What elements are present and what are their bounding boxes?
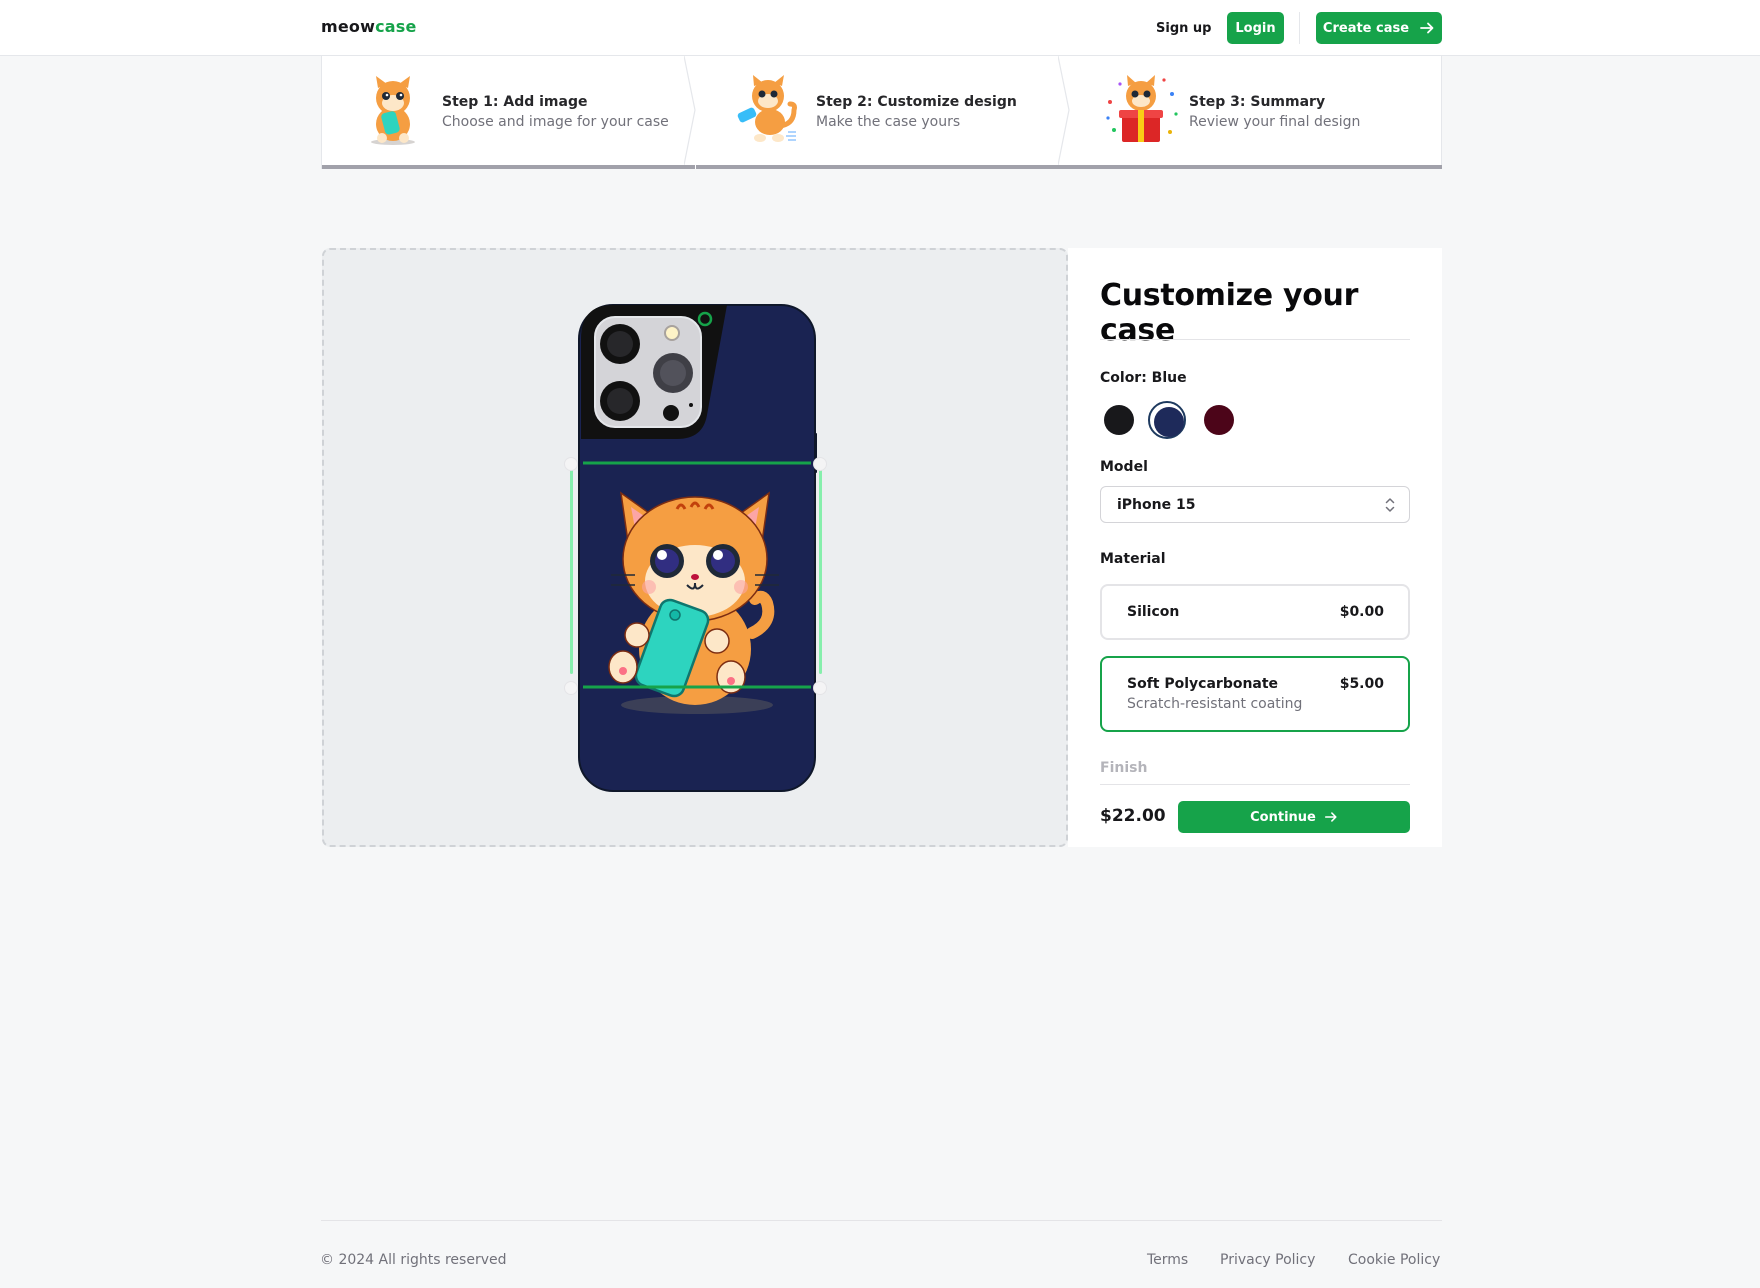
color-label: Color: Blue xyxy=(1100,370,1187,386)
material-option-soft-polycarbonate[interactable]: Soft Polycarbonate $5.00 Scratch-resista… xyxy=(1100,656,1410,732)
footer-link-privacy[interactable]: Privacy Policy xyxy=(1220,1252,1315,1268)
step-add-image: Step 1: Add image Choose and image for y… xyxy=(322,56,696,169)
color-dot xyxy=(1154,407,1184,437)
step-separator xyxy=(684,56,696,165)
resize-corner-bottom-left[interactable] xyxy=(564,681,578,695)
create-case-button[interactable]: Create case xyxy=(1316,12,1442,44)
logo[interactable]: meowcase xyxy=(321,17,417,36)
continue-button[interactable]: Continue xyxy=(1178,801,1410,833)
finish-label: Finish xyxy=(1100,760,1148,776)
material-description: Scratch-resistant coating xyxy=(1127,696,1303,712)
step-title: Step 2: Customize design xyxy=(816,94,1017,110)
material-label: Material xyxy=(1100,551,1166,567)
sign-up-link[interactable]: Sign up xyxy=(1150,12,1217,44)
color-swatch-black[interactable] xyxy=(1100,401,1138,439)
material-price: $0.00 xyxy=(1339,604,1384,620)
panel-heading: Customize your case xyxy=(1100,278,1359,348)
cat-running-with-phone-icon xyxy=(737,75,797,142)
create-case-label: Create case xyxy=(1322,20,1410,36)
step-progress-bar xyxy=(1069,165,1442,169)
resize-corner-bottom-right[interactable] xyxy=(813,681,827,695)
model-select[interactable]: iPhone 15 xyxy=(1100,486,1410,523)
material-price: $5.00 xyxy=(1339,676,1384,692)
step-title: Step 1: Add image xyxy=(442,94,588,110)
step-progress-bar xyxy=(696,165,1069,169)
step-subtitle: Review your final design xyxy=(1189,114,1361,130)
material-name: Silicon xyxy=(1127,604,1180,620)
color-dot xyxy=(1204,405,1234,435)
resize-corner-top-right[interactable] xyxy=(813,457,827,471)
divider xyxy=(1100,784,1410,785)
login-button[interactable]: Login xyxy=(1227,12,1284,44)
progress-steps: Step 1: Add image Choose and image for y… xyxy=(321,56,1442,169)
color-swatch-rose[interactable] xyxy=(1200,401,1238,439)
step-customize-design: Step 2: Customize design Make the case y… xyxy=(696,56,1070,169)
step-progress-bar xyxy=(322,165,695,169)
cat-gift-box-icon xyxy=(1106,75,1178,142)
design-editor-canvas[interactable] xyxy=(322,248,1068,847)
arrow-right-icon xyxy=(1420,22,1434,34)
chevrons-up-down-icon xyxy=(1385,498,1395,512)
logo-text-meow: meow xyxy=(321,17,376,36)
resize-handle-left[interactable] xyxy=(570,466,573,674)
arrow-right-icon xyxy=(1324,812,1337,822)
material-option-silicon[interactable]: Silicon $0.00 xyxy=(1100,584,1410,640)
nav-divider xyxy=(1299,12,1300,44)
cat-holding-phone-icon xyxy=(371,76,415,145)
color-dot xyxy=(1104,405,1134,435)
step-title: Step 3: Summary xyxy=(1189,94,1326,110)
step-subtitle: Make the case yours xyxy=(816,114,961,130)
divider xyxy=(1100,339,1410,340)
top-navbar: meowcase Sign up Login Create case xyxy=(0,0,1760,56)
continue-label: Continue xyxy=(1250,809,1316,825)
model-label: Model xyxy=(1100,459,1148,475)
material-name: Soft Polycarbonate xyxy=(1127,676,1279,692)
resize-handle-right[interactable] xyxy=(819,466,822,674)
total-price: $22.00 xyxy=(1100,806,1166,826)
model-value: iPhone 15 xyxy=(1117,497,1196,513)
color-swatch-blue[interactable] xyxy=(1148,401,1186,439)
phone-case-svg xyxy=(578,304,817,792)
footer-link-terms[interactable]: Terms xyxy=(1147,1252,1188,1268)
logo-text-case: case xyxy=(375,17,417,36)
customize-panel: Customize your case Color: Blue Model iP… xyxy=(1068,248,1442,847)
step-subtitle: Choose and image for your case xyxy=(442,114,669,130)
resize-corner-top-left[interactable] xyxy=(564,457,578,471)
step-summary: Step 3: Summary Review your final design xyxy=(1069,56,1442,169)
phone-case-preview xyxy=(577,303,817,793)
footer-link-cookies[interactable]: Cookie Policy xyxy=(1348,1252,1440,1268)
copyright-text: © 2024 All rights reserved xyxy=(320,1252,507,1268)
footer-divider xyxy=(321,1220,1442,1221)
